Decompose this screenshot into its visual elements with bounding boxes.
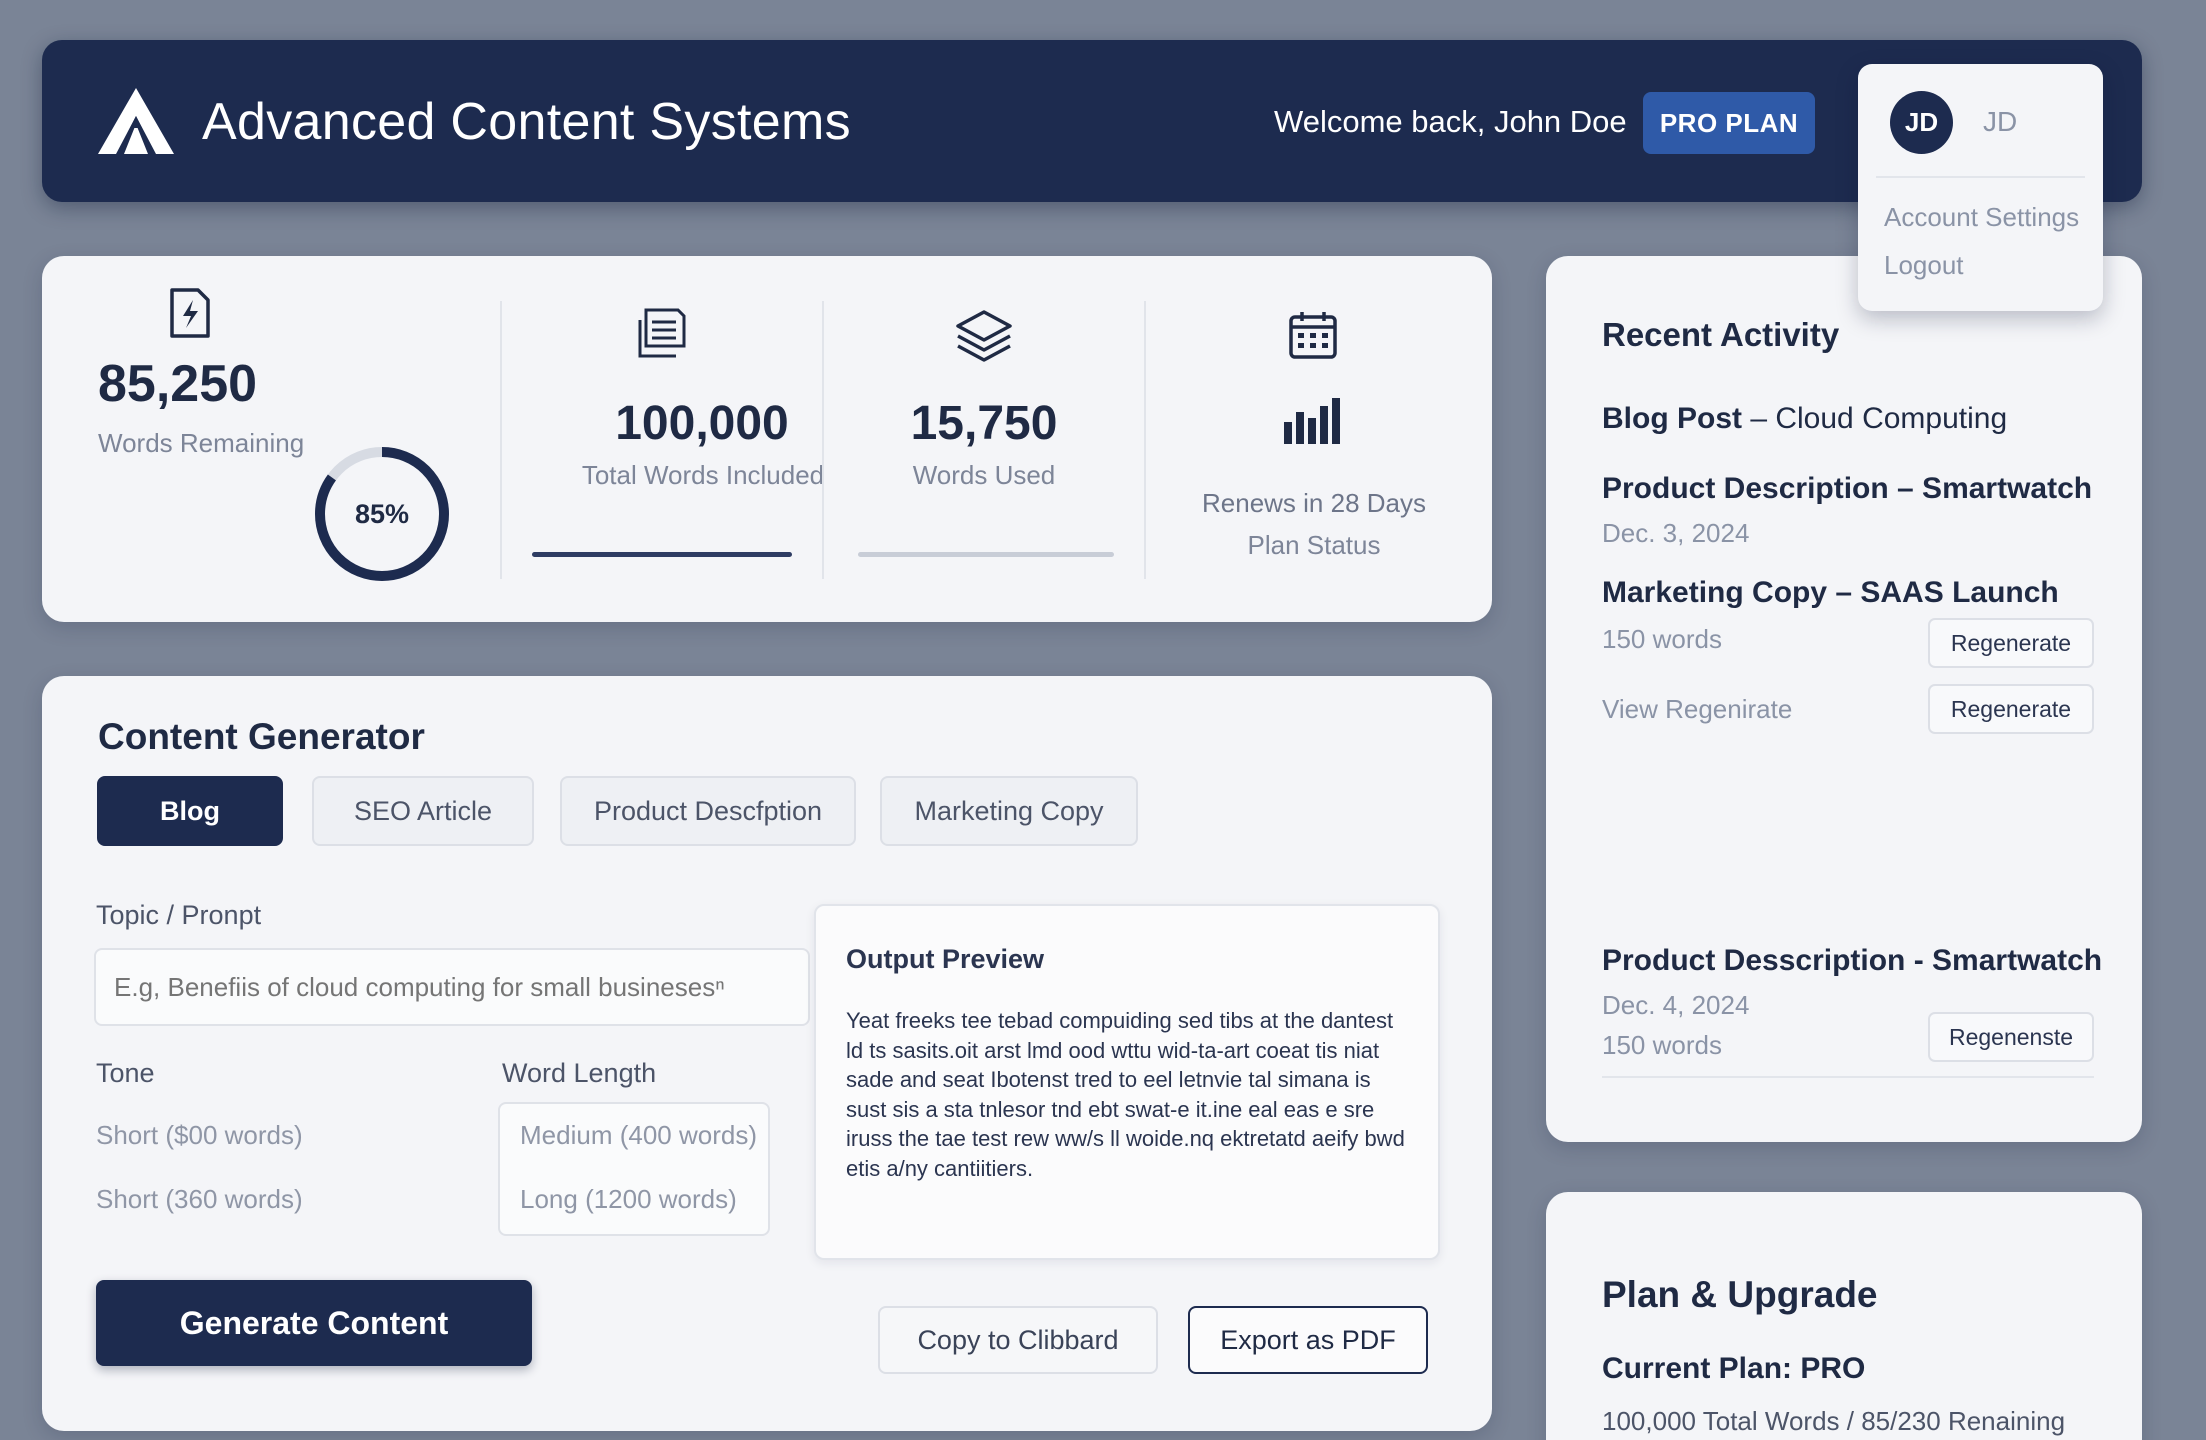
tone-option[interactable]: Short ($00 words) <box>96 1120 303 1151</box>
regenerate-button[interactable]: Regenerate <box>1928 684 2094 734</box>
usage-percent: 85% <box>354 498 410 529</box>
output-preview-panel: Output Preview Yeat freeks tee tebad com… <box>814 904 1440 1260</box>
word-length-option[interactable]: Medium (400 words) <box>520 1120 757 1151</box>
tab-blog[interactable]: Blog <box>97 776 283 846</box>
menu-divider <box>1876 176 2085 178</box>
plan-usage-text: 100,000 Total Words / 85/230 Renaining <box>1602 1406 2066 1436</box>
plan-badge[interactable]: PRO PLAN <box>1643 92 1815 154</box>
user-dropdown-menu: JD JD Account Settings Logout <box>1858 64 2103 311</box>
recent-activity-card: Recent Activity Blog Post – Cloud Comput… <box>1546 256 2142 1142</box>
current-plan-label: Current Plan: PRO <box>1602 1352 1866 1385</box>
tab-product-description[interactable]: Product Descfption <box>560 776 856 846</box>
total-words-bar <box>532 552 792 557</box>
recent-activity-title: Recent Activity <box>1602 316 1840 353</box>
document-bolt-icon <box>170 288 210 338</box>
stat-divider <box>500 301 502 579</box>
renewal-text: Renews in 28 Days <box>1202 488 1426 518</box>
output-preview-text: Yeat freeks tee tebad compuiding sed tib… <box>846 1008 1405 1181</box>
layers-icon <box>956 310 1012 362</box>
top-header: Advanced Content Systems Welcome back, J… <box>42 40 2142 202</box>
user-name[interactable]: JD <box>1983 106 2017 138</box>
stat-divider <box>1144 301 1146 579</box>
stat-divider <box>822 301 824 579</box>
word-length-label: Word Length <box>502 1058 657 1088</box>
activity-item-title[interactable]: Product Desscription - Smartwatch <box>1602 944 2102 978</box>
activity-item-words: 150 words <box>1602 624 1722 654</box>
activity-item-title[interactable]: Marketing Copy – SAAS Launch <box>1602 576 2059 610</box>
words-used-value: 15,750 <box>910 397 1058 450</box>
calendar-icon <box>1289 312 1337 359</box>
words-remaining-label: Words Remaining <box>98 428 305 458</box>
view-regenerate-link[interactable]: View Regenirate <box>1602 694 1792 725</box>
activity-item-words: 150 words <box>1602 1030 1722 1060</box>
usage-stats-card: 85,250 Words Remaining 85% 100,000 Total… <box>42 256 1492 622</box>
plan-upgrade-title: Plan & Upgrade <box>1602 1274 1878 1315</box>
topic-input[interactable] <box>94 948 810 1026</box>
company-logo-icon <box>98 88 174 154</box>
words-used-bar <box>858 552 1114 557</box>
tone-option[interactable]: Short (360 words) <box>96 1184 303 1215</box>
account-settings-menu-item[interactable]: Account Settings <box>1884 202 2079 233</box>
tab-marketing-copy[interactable]: Marketing Copy <box>880 776 1138 846</box>
total-words-label: Total Words Included <box>581 460 825 490</box>
word-length-option[interactable]: Long (1200 words) <box>520 1184 737 1215</box>
activity-item-type: Blog Post <box>1602 402 1742 435</box>
bar-chart-icon <box>1284 398 1340 444</box>
activity-divider <box>1602 1076 2094 1078</box>
tab-seo-article[interactable]: SEO Article <box>312 776 534 846</box>
regenerate-button[interactable]: Regenerate <box>1928 618 2094 668</box>
generate-content-button[interactable]: Generate Content <box>96 1280 532 1366</box>
output-preview-title: Output Preview <box>846 944 1045 974</box>
total-words-value: 100,000 <box>615 397 789 450</box>
activity-item-subject: – Cloud Computing <box>1742 402 2008 435</box>
copy-to-clipboard-button[interactable]: Copy to Clibbard <box>878 1306 1158 1374</box>
logout-menu-item[interactable]: Logout <box>1884 250 1964 281</box>
app-title: Advanced Content Systems <box>202 93 851 151</box>
avatar[interactable]: JD <box>1890 91 1953 154</box>
plan-status-label: Plan Status <box>1247 530 1381 560</box>
tone-label: Tone <box>96 1058 155 1088</box>
stacked-documents-icon <box>638 308 686 358</box>
content-generator-card: Content Generator Blog SEO Article Produ… <box>42 676 1492 1431</box>
activity-item-date: Dec. 3, 2024 <box>1602 518 1750 548</box>
words-remaining-value: 85,250 <box>98 355 258 413</box>
words-used-label: Words Used <box>912 460 1056 490</box>
activity-item-title[interactable]: Blog Post – Cloud Computing <box>1602 402 2007 436</box>
activity-item-date: Dec. 4, 2024 <box>1602 990 1750 1020</box>
regenerate-button[interactable]: Regenenste <box>1928 1012 2094 1062</box>
welcome-message: Welcome back, John Doe <box>1274 104 1627 139</box>
plan-upgrade-card: Plan & Upgrade Current Plan: PRO 100,000… <box>1546 1192 2142 1440</box>
export-pdf-button[interactable]: Export as PDF <box>1188 1306 1428 1374</box>
activity-item-title[interactable]: Product Description – Smartwatch <box>1602 472 2092 506</box>
content-generator-title: Content Generator <box>98 716 425 757</box>
topic-label: Topic / Pronpt <box>96 900 262 930</box>
